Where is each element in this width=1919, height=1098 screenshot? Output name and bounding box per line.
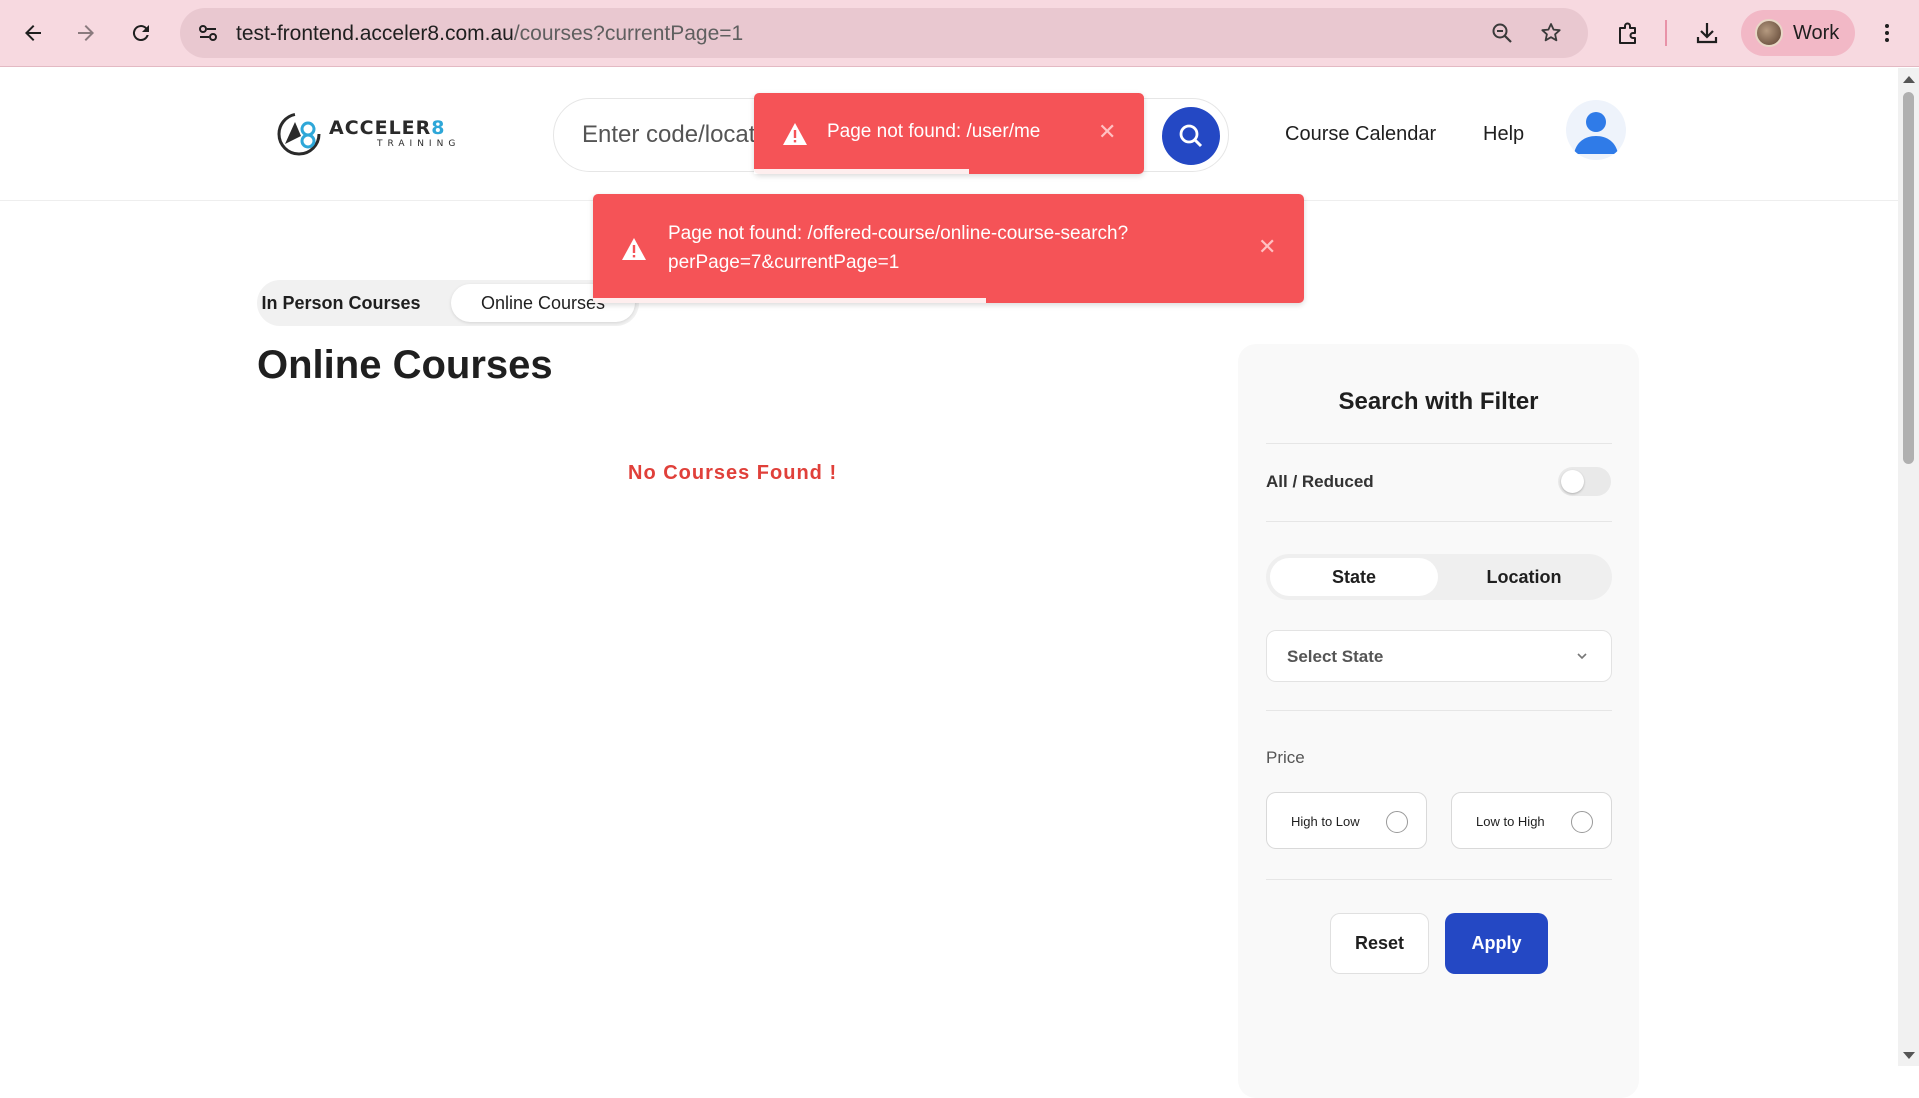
- toast-message-line1: Page not found: /offered-course/online-c…: [668, 223, 1129, 244]
- nav-course-calendar[interactable]: Course Calendar: [1285, 123, 1436, 146]
- filter-title: Search with Filter: [1338, 388, 1539, 415]
- state-location-switch: State Location: [1266, 554, 1612, 600]
- kebab-menu-icon: [1885, 24, 1889, 42]
- forward-arrow-icon: [78, 25, 94, 41]
- toast-message: Page not found: /user/me: [827, 121, 1041, 142]
- browser-toolbar: test-frontend.acceler8.com.au/courses?cu…: [0, 0, 1919, 67]
- url-host: test-frontend.acceler8.com.au: [236, 22, 514, 45]
- error-toast: Page not found: /user/me ✕: [754, 93, 1144, 174]
- back-arrow-icon: [25, 25, 41, 41]
- radio-button[interactable]: [1386, 811, 1408, 833]
- logo-subtitle: TRAINING: [377, 139, 461, 149]
- chevron-down-icon: [1577, 653, 1587, 660]
- logo-word: ACCELER8: [329, 117, 446, 139]
- apply-button[interactable]: Apply: [1445, 913, 1548, 974]
- nav-help[interactable]: Help: [1483, 123, 1524, 146]
- toggle-knob: [1561, 470, 1584, 493]
- filter-divider: [1266, 443, 1612, 444]
- back-button[interactable]: [12, 12, 54, 54]
- logo-mark-icon: [277, 112, 321, 156]
- site-settings-icon[interactable]: [192, 17, 224, 49]
- price-option-label: High to Low: [1291, 814, 1360, 829]
- logo-text: ACCELER8 TRAINING: [329, 119, 460, 149]
- toast-progress-bar: [754, 169, 969, 174]
- profile-avatar: [1755, 19, 1783, 47]
- extensions-button[interactable]: [1607, 12, 1649, 54]
- all-reduced-label: All / Reduced: [1266, 472, 1374, 491]
- price-label: Price: [1266, 748, 1305, 767]
- profile-button[interactable]: Work: [1741, 10, 1855, 56]
- zoom-icon[interactable]: [1486, 17, 1518, 49]
- downloads-button[interactable]: [1686, 12, 1728, 54]
- filter-panel: Search with Filter All / Reduced State L…: [1238, 344, 1639, 1098]
- page: ACCELER8 TRAINING Course Calendar Help I…: [0, 68, 1898, 1098]
- segment-state[interactable]: State: [1270, 558, 1438, 596]
- url-path: /courses?currentPage=1: [513, 22, 744, 45]
- toast-progress-bar: [593, 298, 986, 303]
- no-courses-message: No Courses Found !: [628, 462, 838, 484]
- state-select[interactable]: Select State: [1266, 630, 1612, 682]
- toolbar-divider: [1665, 20, 1667, 46]
- user-icon: [1574, 112, 1618, 154]
- course-type-tabs: In Person Courses Online Courses: [257, 280, 639, 326]
- tab-in-person-courses[interactable]: In Person Courses: [261, 284, 421, 322]
- reload-icon: [132, 25, 149, 42]
- puzzle-icon: [1619, 22, 1636, 44]
- filter-divider: [1266, 710, 1612, 711]
- address-bar[interactable]: test-frontend.acceler8.com.au/courses?cu…: [180, 8, 1588, 58]
- search-button[interactable]: [1162, 107, 1220, 165]
- scroll-down-icon[interactable]: [1903, 1052, 1915, 1059]
- url-text: test-frontend.acceler8.com.au/courses?cu…: [236, 22, 743, 46]
- toast-close-icon[interactable]: ✕: [1258, 234, 1276, 260]
- warning-icon: [622, 238, 646, 260]
- download-icon: [1696, 23, 1718, 44]
- scroll-up-icon[interactable]: [1903, 76, 1915, 83]
- search-icon: [1179, 124, 1203, 148]
- acceler8-logo[interactable]: ACCELER8 TRAINING: [275, 108, 475, 160]
- reload-button[interactable]: [120, 12, 162, 54]
- warning-icon: [783, 123, 807, 145]
- user-avatar[interactable]: [1566, 100, 1626, 160]
- toast-close-icon[interactable]: ✕: [1098, 119, 1116, 145]
- error-toast: Page not found: /offered-course/online-c…: [593, 194, 1304, 303]
- bookmark-star-icon[interactable]: [1535, 17, 1567, 49]
- state-select-value: Select State: [1287, 647, 1384, 666]
- segment-location[interactable]: Location: [1440, 558, 1608, 596]
- chrome-menu-button[interactable]: [1866, 12, 1908, 54]
- price-high-to-low-option[interactable]: High to Low: [1266, 792, 1427, 849]
- page-title: Online Courses: [257, 343, 553, 387]
- toast-message-line2: perPage=7&currentPage=1: [668, 252, 900, 273]
- radio-button[interactable]: [1571, 811, 1593, 833]
- reset-button[interactable]: Reset: [1330, 913, 1429, 974]
- profile-label: Work: [1793, 21, 1840, 44]
- page-scrollbar[interactable]: [1898, 68, 1919, 1066]
- filter-divider: [1266, 521, 1612, 522]
- all-reduced-toggle[interactable]: [1558, 467, 1611, 496]
- filter-divider: [1266, 879, 1612, 880]
- price-low-to-high-option[interactable]: Low to High: [1451, 792, 1612, 849]
- price-option-label: Low to High: [1476, 814, 1545, 829]
- forward-button[interactable]: [65, 12, 107, 54]
- scroll-thumb[interactable]: [1903, 92, 1914, 464]
